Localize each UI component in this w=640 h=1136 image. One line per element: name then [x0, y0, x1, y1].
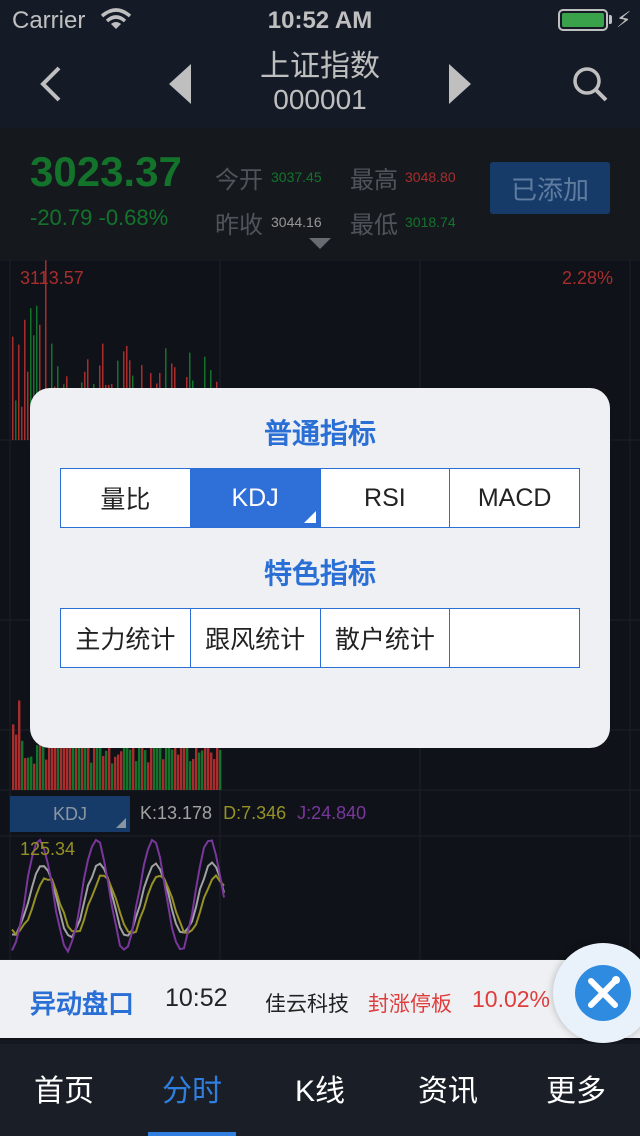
- tab-intraday[interactable]: 分时: [128, 1044, 256, 1136]
- tools-icon: [575, 965, 631, 1021]
- indicator-rsi[interactable]: RSI: [321, 469, 451, 527]
- normal-indicators-title: 普通指标: [263, 418, 376, 449]
- special-indicators-title: 特色指标: [263, 558, 376, 589]
- indicator-picker-modal: 普通指标 量比 KDJ RSI MACD 特色指标 主力统计 跟风统计 散户统计: [30, 388, 610, 748]
- special-indicators-grid: 主力统计 跟风统计 散户统计: [60, 608, 580, 668]
- tab-more[interactable]: 更多: [512, 1044, 640, 1136]
- indicator-macd[interactable]: MACD: [450, 469, 579, 527]
- anomaly-ticker[interactable]: 异动盘口 10:52 佳云科技 封涨停板 10.02%: [0, 960, 640, 1038]
- tab-home[interactable]: 首页: [0, 1044, 128, 1136]
- bottom-tab-bar: 首页 分时 K线 资讯 更多: [0, 1044, 640, 1136]
- indicator-retail[interactable]: 散户统计: [321, 609, 451, 667]
- ticker-event: 封涨停板: [368, 993, 452, 1016]
- selected-corner-icon: [303, 511, 316, 523]
- indicator-volume-ratio[interactable]: 量比: [61, 469, 191, 527]
- ticker-time: 10:52: [165, 984, 228, 1012]
- tab-news[interactable]: 资讯: [384, 1044, 512, 1136]
- indicator-follow[interactable]: 跟风统计: [191, 609, 321, 667]
- ticker-percent: 10.02%: [472, 986, 551, 1012]
- wrench-cross-icon: [588, 976, 620, 1008]
- ticker-stock: 佳云科技: [265, 993, 349, 1016]
- tab-kline[interactable]: K线: [256, 1044, 384, 1136]
- indicator-main-force[interactable]: 主力统计: [61, 609, 191, 667]
- indicator-kdj[interactable]: KDJ: [190, 469, 321, 527]
- normal-indicators-grid: 量比 KDJ RSI MACD: [60, 468, 580, 528]
- indicator-empty-slot: [450, 609, 579, 667]
- ticker-label: 异动盘口: [30, 989, 135, 1019]
